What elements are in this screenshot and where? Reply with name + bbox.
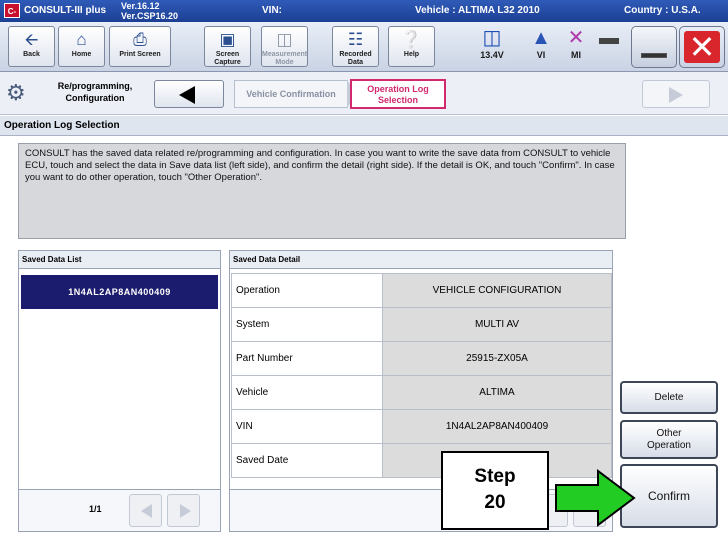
detail-value: MULTI AV — [382, 307, 612, 342]
vin-label: VIN: — [262, 5, 282, 16]
green-arrow-icon — [555, 469, 636, 527]
list-next-page-button[interactable] — [167, 494, 200, 527]
mi-label: MI — [571, 50, 581, 60]
battery-icon-holder: ▬ — [598, 24, 620, 68]
app-name: CONSULT-III plus — [24, 5, 107, 16]
minimize-button[interactable] — [631, 26, 677, 68]
car-icon: ◫ — [482, 27, 502, 49]
list-item[interactable]: 1N4AL2AP8AN400409 — [21, 275, 218, 309]
table-row: Vehicle ALTIMA — [231, 375, 612, 410]
breadcrumb-vehicle-confirmation[interactable]: Vehicle Confirmation — [234, 80, 348, 108]
other-operation-label-2: Operation — [647, 440, 691, 451]
version-info: Ver.16.12 Ver.CSP16.20 — [121, 1, 178, 21]
screen-capture-button[interactable]: ▣ Screen Capture — [204, 26, 251, 67]
nav-forward-button[interactable] — [642, 80, 710, 108]
voltage-value: 13.4V — [480, 50, 504, 60]
saved-data-detail-header: Saved Data Detail — [230, 251, 612, 269]
toolbar: 🡨 Back ⌂ Home ⎙ Print Screen ▣ Screen Ca… — [0, 22, 728, 72]
detail-key: Part Number — [231, 341, 383, 376]
list-pager: 1/1 — [19, 489, 220, 531]
list-prev-page-button[interactable] — [129, 494, 162, 527]
triangle-left-icon — [141, 504, 152, 518]
country-info: Country : U.S.A. — [624, 5, 701, 16]
print-screen-label: Print Screen — [119, 51, 161, 58]
version-line-2: Ver.CSP16.20 — [121, 11, 179, 21]
signal-icon: ▲ — [531, 27, 551, 49]
detail-value: 25915-ZX05A — [382, 341, 612, 376]
table-row: Part Number 25915-ZX05A — [231, 341, 612, 376]
breadcrumb-home-label: Re/programming, Configuration — [57, 81, 133, 103]
delete-button[interactable]: Delete — [620, 381, 718, 414]
saved-data-list: Saved Data List 1N4AL2AP8AN400409 1/1 — [18, 250, 221, 532]
minimize-icon — [641, 53, 667, 58]
other-operation-label-1: Other — [656, 428, 682, 439]
triangle-left-icon — [179, 86, 195, 104]
close-button[interactable]: ✕ — [679, 26, 725, 68]
detail-value: ALTIMA — [382, 375, 612, 410]
breadcrumb-current-step: Operation Log Selection — [350, 79, 446, 109]
detail-value: 1N4AL2AP8AN400409 — [382, 409, 612, 444]
print-screen-button[interactable]: ⎙ Print Screen — [109, 26, 171, 67]
detail-key: System — [231, 307, 383, 342]
home-label: Home — [71, 51, 92, 58]
vehicle-info: Vehicle : ALTIMA L32 2010 — [415, 5, 540, 16]
recorded-data-button[interactable]: ☷ Recorded Data — [332, 26, 379, 67]
recorded-data-icon: ☷ — [347, 30, 364, 49]
help-label: Help — [403, 51, 420, 58]
step-number: 20 — [484, 492, 506, 513]
close-icon: ✕ — [684, 31, 720, 63]
step-callout: Step 20 — [441, 451, 549, 530]
breadcrumb: ⚙ Re/programming, Configuration Vehicle … — [0, 72, 728, 115]
triangle-right-icon — [180, 504, 191, 518]
recorded-data-label: Recorded Data — [339, 51, 372, 66]
back-button[interactable]: 🡨 Back — [8, 26, 55, 67]
detail-key: Saved Date — [231, 443, 383, 478]
battery-icon: ▬ — [599, 27, 619, 49]
table-row: System MULTI AV — [231, 307, 612, 342]
printer-icon: ⎙ — [133, 30, 147, 49]
detail-table: Operation VEHICLE CONFIGURATION System MUL… — [231, 273, 612, 478]
help-icon: ❔ — [400, 30, 423, 49]
screen-capture-label: Screen Capture — [214, 51, 241, 66]
measurement-mode-label: Measurement Mode — [262, 51, 308, 66]
battery-status: ◫ 13.4V — [475, 24, 509, 68]
measurement-mode-button[interactable]: ◫ Measurement Mode — [261, 26, 308, 67]
other-operation-button[interactable]: Other Operation — [620, 420, 718, 459]
page-indicator: 1/1 — [89, 504, 102, 514]
step-word: Step — [474, 466, 516, 487]
consult-logo-icon: C-III — [4, 3, 20, 31]
instructions-text: CONSULT has the saved data related re/pr… — [18, 143, 626, 239]
home-button[interactable]: ⌂ Home — [58, 26, 105, 67]
title-bar: C-III CONSULT-III plus Ver.16.12 Ver.CSP… — [0, 0, 728, 31]
help-button[interactable]: ❔ Help — [388, 26, 435, 67]
table-row: Operation VEHICLE CONFIGURATION — [231, 273, 612, 308]
saved-data-list-header: Saved Data List — [19, 251, 220, 269]
breadcrumb-home[interactable]: ⚙ Re/programming, Configuration — [6, 78, 146, 108]
vi-status: ▲ VI — [528, 24, 554, 68]
page-title: Operation Log Selection — [0, 116, 728, 136]
reprogramming-icon: ⚙ — [6, 80, 26, 105]
triangle-right-icon — [669, 87, 683, 103]
home-icon: ⌂ — [76, 30, 87, 49]
nav-back-button[interactable] — [154, 80, 224, 108]
back-arrow-icon: 🡨 — [24, 30, 39, 49]
detail-key: Vehicle — [231, 375, 383, 410]
measurement-icon: ◫ — [276, 30, 293, 49]
detail-key: VIN — [231, 409, 383, 444]
camera-icon: ▣ — [219, 30, 236, 49]
detail-key: Operation — [231, 273, 383, 308]
back-label: Back — [23, 51, 40, 58]
vi-label: VI — [536, 50, 546, 60]
mi-x-icon: ✕ — [567, 27, 585, 49]
detail-value: VEHICLE CONFIGURATION — [382, 273, 612, 308]
table-row: VIN 1N4AL2AP8AN400409 — [231, 409, 612, 444]
version-line-1: Ver.16.12 — [121, 1, 160, 11]
mi-status: ✕ MI — [563, 24, 589, 68]
